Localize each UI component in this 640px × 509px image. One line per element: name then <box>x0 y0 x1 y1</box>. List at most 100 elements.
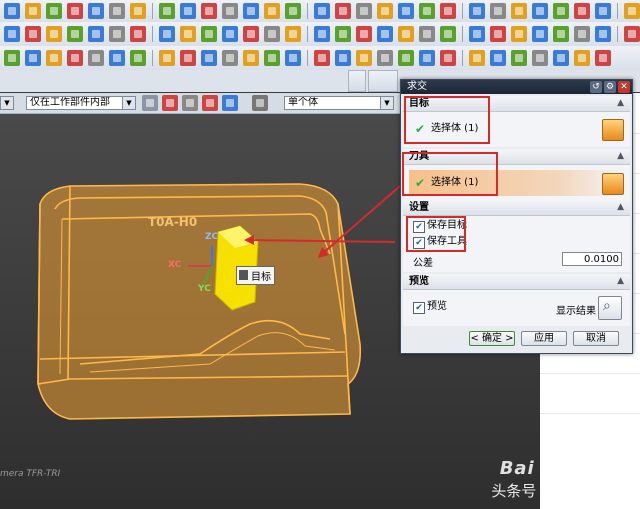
toolbar-tool-icon[interactable] <box>377 50 393 66</box>
filter-icon[interactable] <box>142 95 158 111</box>
toolbar-tool-icon[interactable] <box>243 3 259 19</box>
toolbar-tool-icon[interactable] <box>624 3 640 19</box>
apply-button[interactable]: 应用 <box>521 331 567 346</box>
toolbar-tool-icon[interactable] <box>356 3 372 19</box>
select-icon[interactable] <box>182 95 198 111</box>
settings-section-header[interactable]: 设置 ▲ <box>403 200 630 216</box>
toolbar-tool-icon[interactable] <box>511 26 527 42</box>
toolbar-tool-icon[interactable] <box>490 3 506 19</box>
toolbar-tool-icon[interactable] <box>222 50 238 66</box>
gear-icon[interactable]: ⚙ <box>604 81 616 93</box>
toolbar-tool-icon[interactable] <box>46 3 62 19</box>
toolbar-tool-icon[interactable] <box>469 3 485 19</box>
toolbar-tool-icon[interactable] <box>180 26 196 42</box>
toolbar-tool-icon[interactable] <box>4 50 20 66</box>
toolbar-tool-icon[interactable] <box>88 26 104 42</box>
toolbar-tool-icon[interactable] <box>532 50 548 66</box>
toolbar-tool-icon[interactable] <box>67 26 83 42</box>
toolbar-tool-icon[interactable] <box>553 26 569 42</box>
toolbar-tool-icon[interactable] <box>532 3 548 19</box>
toolbar-tool-icon[interactable] <box>335 50 351 66</box>
toolbar-tool-icon[interactable] <box>109 26 125 42</box>
toolbar-tool-icon[interactable] <box>285 26 301 42</box>
selection-scope-dropdown[interactable]: 仅在工作部件内部 ▼ <box>26 96 136 110</box>
box-select-icon[interactable] <box>252 95 268 111</box>
toolbar-tool-icon[interactable] <box>335 26 351 42</box>
arrow-icon[interactable] <box>202 95 218 111</box>
snap-icon[interactable] <box>162 95 178 111</box>
toolbar-tool-icon[interactable] <box>469 50 485 66</box>
toolbar-tool-icon[interactable] <box>4 26 20 42</box>
solid-body-icon[interactable] <box>602 119 624 141</box>
toolbar-tool-icon[interactable] <box>624 26 640 42</box>
reset-icon[interactable]: ↺ <box>590 81 602 93</box>
toolbar-tool-icon[interactable] <box>377 3 393 19</box>
layer-button[interactable] <box>348 70 366 92</box>
toolbar-tool-icon[interactable] <box>314 26 330 42</box>
toolbar-tool-icon[interactable] <box>314 3 330 19</box>
toolbar-tool-icon[interactable] <box>180 3 196 19</box>
toolbar-tool-icon[interactable] <box>335 3 351 19</box>
toolbar-tool-icon[interactable] <box>440 3 456 19</box>
toolbar-tool-icon[interactable] <box>595 3 611 19</box>
toolbar-tool-icon[interactable] <box>490 26 506 42</box>
toolbar-tool-icon[interactable] <box>440 26 456 42</box>
toolbar-tool-icon[interactable] <box>67 3 83 19</box>
view-button[interactable] <box>368 70 398 92</box>
close-icon[interactable]: ✕ <box>618 81 630 93</box>
toolbar-tool-icon[interactable] <box>490 50 506 66</box>
toolbar-tool-icon[interactable] <box>243 50 259 66</box>
toolbar-tool-icon[interactable] <box>595 50 611 66</box>
preview-checkbox[interactable]: ✔ 预览 <box>413 300 447 314</box>
toolbar-tool-icon[interactable] <box>469 26 485 42</box>
toolbar-tool-icon[interactable] <box>264 26 280 42</box>
selection-type-dropdown[interactable]: 单个体 ▼ <box>284 96 394 110</box>
toolbar-tool-icon[interactable] <box>201 26 217 42</box>
preview-section-header[interactable]: 预览 ▲ <box>403 274 630 290</box>
cancel-button[interactable]: 取消 <box>573 331 619 346</box>
show-result-button[interactable]: ⌕ <box>598 296 622 320</box>
toolbar-tool-icon[interactable] <box>419 26 435 42</box>
toolbar-tool-icon[interactable] <box>574 3 590 19</box>
toolbar-tool-icon[interactable] <box>511 50 527 66</box>
toolbar-tool-icon[interactable] <box>25 26 41 42</box>
toolbar-tool-icon[interactable] <box>285 3 301 19</box>
toolbar-tool-icon[interactable] <box>88 3 104 19</box>
toolbar-tool-icon[interactable] <box>130 26 146 42</box>
point-icon[interactable] <box>222 95 238 111</box>
toolbar-tool-icon[interactable] <box>511 3 527 19</box>
toolbar-tool-icon[interactable] <box>532 26 548 42</box>
toolbar-tool-icon[interactable] <box>130 50 146 66</box>
toolbar-tool-icon[interactable] <box>356 26 372 42</box>
toolbar-tool-icon[interactable] <box>398 50 414 66</box>
toolbar-tool-icon[interactable] <box>159 50 175 66</box>
toolbar-tool-icon[interactable] <box>130 3 146 19</box>
toolbar-tool-icon[interactable] <box>440 50 456 66</box>
toolbar-tool-icon[interactable] <box>377 26 393 42</box>
toolbar-tool-icon[interactable] <box>419 3 435 19</box>
tolerance-input[interactable] <box>562 252 622 266</box>
toolbar-tool-icon[interactable] <box>398 26 414 42</box>
toolbar-tool-icon[interactable] <box>25 3 41 19</box>
toolbar-tool-icon[interactable] <box>46 26 62 42</box>
ok-button[interactable]: < 确定 > <box>469 331 515 346</box>
toolbar-tool-icon[interactable] <box>356 50 372 66</box>
toolbar-tool-icon[interactable] <box>25 50 41 66</box>
toolbar-tool-icon[interactable] <box>4 3 20 19</box>
toolbar-tool-icon[interactable] <box>264 50 280 66</box>
toolbar-tool-icon[interactable] <box>46 50 62 66</box>
toolbar-tool-icon[interactable] <box>595 26 611 42</box>
toolbar-tool-icon[interactable] <box>159 26 175 42</box>
toolbar-tool-icon[interactable] <box>180 50 196 66</box>
toolbar-tool-icon[interactable] <box>88 50 104 66</box>
toolbar-tool-icon[interactable] <box>553 50 569 66</box>
toolbar-tool-icon[interactable] <box>201 50 217 66</box>
toolbar-tool-icon[interactable] <box>553 3 569 19</box>
toolbar-tool-icon[interactable] <box>222 3 238 19</box>
toolbar-tool-icon[interactable] <box>264 3 280 19</box>
menu-dropdown[interactable]: ▼ <box>0 96 14 110</box>
toolbar-tool-icon[interactable] <box>574 50 590 66</box>
toolbar-tool-icon[interactable] <box>222 26 238 42</box>
toolbar-tool-icon[interactable] <box>67 50 83 66</box>
toolbar-tool-icon[interactable] <box>285 50 301 66</box>
